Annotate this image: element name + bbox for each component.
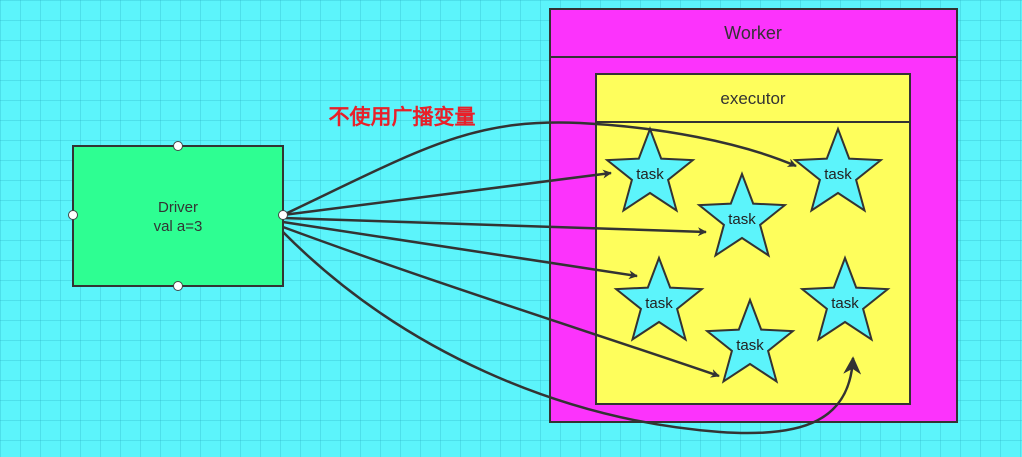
- resize-handle-bottom[interactable]: [173, 281, 183, 291]
- resize-handle-left[interactable]: [68, 210, 78, 220]
- diagram-canvas: Worker executor task task task task task: [68, 8, 958, 435]
- task-label: task: [636, 166, 664, 183]
- task-label: task: [645, 295, 673, 312]
- driver-title: Driver: [158, 199, 198, 216]
- task-label: task: [831, 295, 859, 312]
- task-label: task: [824, 166, 852, 183]
- driver-value: val a=3: [154, 218, 203, 235]
- driver-node[interactable]: Driver val a=3: [72, 145, 284, 287]
- resize-handle-right[interactable]: [278, 210, 288, 220]
- diagram-title: 不使用广播变量: [329, 105, 476, 129]
- task-label: task: [728, 211, 756, 228]
- executor-label: executor: [720, 89, 786, 108]
- resize-handle-top[interactable]: [173, 141, 183, 151]
- task-label: task: [736, 337, 764, 354]
- driver-box: [72, 145, 284, 287]
- worker-label: Worker: [724, 23, 782, 43]
